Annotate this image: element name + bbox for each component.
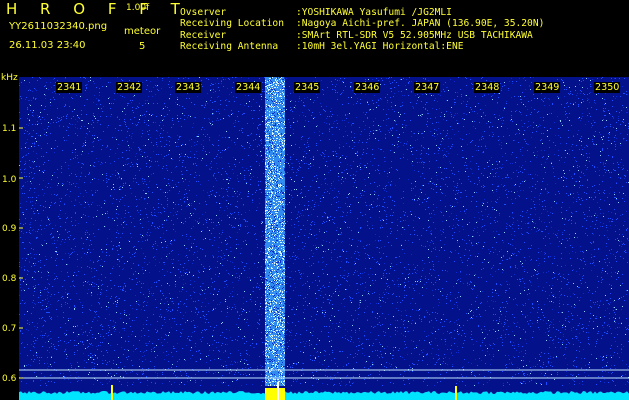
meteor-count: 5	[139, 41, 146, 52]
noise-background	[19, 77, 629, 400]
meteor-label: meteor	[124, 26, 161, 37]
info-key-receiver: Receiver	[180, 30, 227, 41]
x-tick-label-2342: 2342	[116, 82, 143, 93]
app-version: 1.00f	[126, 3, 150, 13]
info-row-observer: Ovserver :YOSHIKAWA Yasufumi /JG2MLI	[180, 7, 452, 18]
file-name: YY2611032340.png	[9, 21, 108, 32]
y-tick-label-0-7: 0.7	[2, 324, 17, 334]
x-tick-label-2347: 2347	[414, 82, 441, 93]
info-key-antenna: Receiving Antenna	[180, 41, 279, 52]
info-value-antenna: :10mH 3el.YAGI Horizontal:ENE	[296, 41, 464, 52]
x-tick-label-2349: 2349	[534, 82, 561, 93]
info-row-location: Receiving Location :Nagoya Aichi-pref. JA…	[180, 18, 544, 29]
y-tick-label-0-6: 0.6	[2, 374, 17, 384]
peak-marker-right	[455, 386, 457, 400]
x-tick-label-2344: 2344	[235, 82, 262, 93]
x-tick-label-2345: 2345	[294, 82, 321, 93]
y-tick-label-0-9: 0.9	[2, 224, 17, 234]
y-tick-label-1-1: 1.1	[2, 124, 17, 134]
signal-marker-block	[265, 388, 285, 400]
info-row-antenna: Receiving Antenna :10mH 3el.YAGI Horizont…	[180, 41, 464, 52]
peak-marker-left	[111, 385, 113, 400]
spectrogram-plot	[19, 77, 629, 400]
y-tick-label-0-8: 0.8	[2, 274, 17, 284]
carrier-marker	[277, 382, 279, 400]
info-value-receiver: :SMArt RTL-SDR V5 52.905MHz USB TACHIKAW…	[296, 30, 533, 41]
x-tick-label-2343: 2343	[175, 82, 202, 93]
x-tick-label-2346: 2346	[354, 82, 381, 93]
app-title: H R O F F T	[6, 0, 189, 18]
x-tick-label-2350: 2350	[594, 82, 621, 93]
y-tick-label-1-0: 1.0	[2, 175, 17, 185]
info-value-location: :Nagoya Aichi-pref. JAPAN (136.90E, 35.2…	[296, 18, 545, 29]
info-row-receiver: Receiver :SMArt RTL-SDR V5 52.905MHz USB …	[180, 30, 533, 41]
info-value-observer: :YOSHIKAWA Yasufumi /JG2MLI	[296, 7, 452, 18]
info-key-observer: Ovserver	[180, 7, 227, 18]
date-time: 26.11.03 23:40	[9, 40, 86, 51]
y-axis-unit-label: kHz	[1, 73, 18, 83]
info-key-location: Receiving Location	[180, 18, 284, 29]
x-tick-label-2341: 2341	[56, 82, 83, 93]
hroftt-screen: H R O F F T 1.00f YY2611032340.png meteo…	[0, 0, 629, 400]
spectrogram-svg	[19, 77, 629, 400]
x-tick-label-2348: 2348	[474, 82, 501, 93]
